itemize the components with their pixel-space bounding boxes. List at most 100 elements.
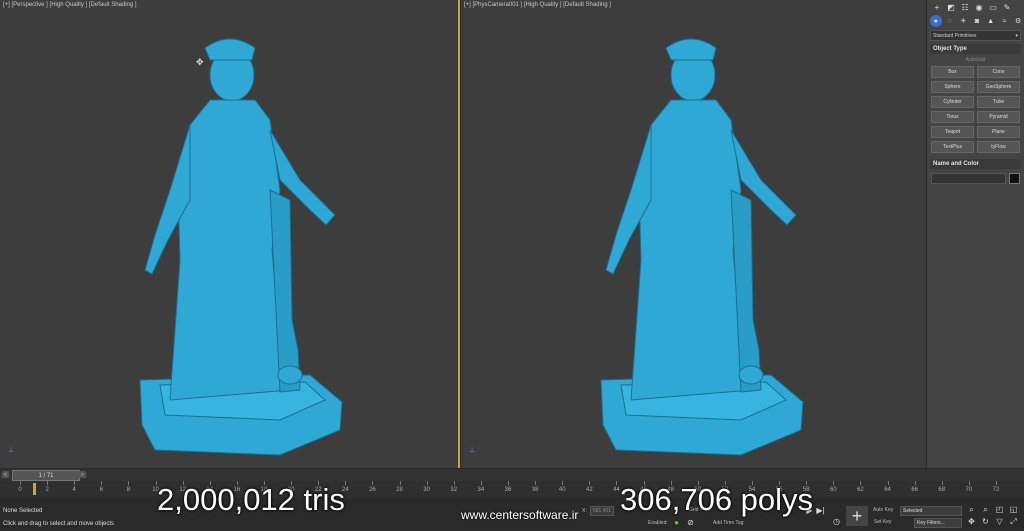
time-slider[interactable]: < 1 / 71 >	[0, 469, 1024, 481]
cylinder-button[interactable]: Cylinder	[931, 96, 974, 108]
track-tick-mark	[372, 481, 374, 485]
geosphere-button[interactable]: GeoSphere	[977, 81, 1020, 93]
key-mode-dropdown[interactable]: Selected	[900, 506, 962, 516]
track-tick-label: 38	[531, 487, 539, 493]
track-tick-label: 30	[423, 487, 430, 493]
set-key-button[interactable]: Set Key	[874, 519, 892, 525]
utilities-tab-icon[interactable]: ✎	[1000, 1, 1014, 13]
track-tick-label: 70	[965, 487, 973, 493]
selection-status: None Selected	[3, 508, 43, 514]
track-tick-mark	[968, 481, 970, 485]
track-tick-label: 4	[72, 487, 76, 493]
track-tick-mark	[426, 481, 428, 485]
object-name-input[interactable]	[931, 173, 1006, 184]
axis-gizmo-icon: ⊥	[8, 447, 15, 454]
track-tick-mark	[101, 481, 103, 485]
track-tick-mark	[860, 481, 862, 485]
tyflow-button[interactable]: tyFlow	[977, 141, 1020, 153]
prev-frame-button[interactable]: <	[2, 471, 9, 478]
display-tab-icon[interactable]: ▭	[986, 1, 1000, 13]
maximize-viewport-icon[interactable]: ⤢	[1009, 517, 1018, 526]
lights-icon[interactable]: ☀	[957, 15, 969, 27]
tube-button[interactable]: Tube	[977, 96, 1020, 108]
helpers-icon[interactable]: ▲	[985, 15, 997, 27]
key-filters-button[interactable]: Key Filters...	[914, 518, 962, 528]
add-key-button[interactable]: +	[846, 506, 868, 526]
track-tick-mark	[941, 481, 943, 485]
track-tick-label: 6	[99, 487, 103, 493]
prompt-line: Click and drag to select and move object…	[3, 521, 115, 527]
rollout-label: Object Type	[933, 46, 967, 52]
object-color-swatch[interactable]	[1009, 173, 1020, 184]
zoom-icon[interactable]: ⌕	[967, 505, 976, 514]
track-tick-mark	[562, 481, 564, 485]
systems-icon[interactable]: ⚙	[1012, 15, 1024, 27]
spacewarps-icon[interactable]: ≈	[999, 15, 1011, 27]
textplus-button[interactable]: TextPlus	[931, 141, 974, 153]
sphere-button[interactable]: Sphere	[931, 81, 974, 93]
track-tick-mark	[833, 481, 835, 485]
track-tick-mark	[914, 481, 916, 485]
teapot-button[interactable]: Teapot	[931, 126, 974, 138]
geometry-icon[interactable]: ●	[930, 15, 942, 27]
motion-tab-icon[interactable]: ◉	[972, 1, 986, 13]
track-tick-mark	[480, 481, 482, 485]
field-of-view-icon[interactable]: ▽	[995, 517, 1004, 526]
chevron-down-icon: ▾	[1015, 32, 1018, 39]
axis-gizmo-icon: ⊥	[469, 447, 476, 454]
track-tick-mark	[535, 481, 537, 485]
cone-button[interactable]: Cone	[977, 66, 1020, 78]
enabled-indicator-icon[interactable]: ●	[672, 518, 681, 527]
box-button[interactable]: Box	[931, 66, 974, 78]
zoom-extents-icon[interactable]: ◰	[995, 505, 1004, 514]
track-tick-label: 72	[992, 487, 1000, 493]
time-slider-thumb[interactable]: 1 / 71	[12, 470, 80, 481]
track-tick-label: 36	[504, 487, 512, 493]
create-tab-icon[interactable]: +	[930, 1, 944, 13]
track-tick-mark	[74, 481, 76, 485]
track-tick-label: 64	[884, 487, 891, 493]
viewport-physcamera[interactable]: [+] [PhysCamera001 ] [High Quality ] [De…	[461, 0, 926, 468]
statue-model[interactable]	[130, 30, 350, 460]
track-tick-mark	[453, 481, 455, 485]
orbit-icon[interactable]: ↻	[981, 517, 990, 526]
zoom-extents-all-icon[interactable]: ◱	[1009, 505, 1018, 514]
polys-caption: 306,706 polys	[620, 482, 814, 517]
viewport-perspective[interactable]: [+] [Perspective ] [High Quality ] [Defa…	[0, 0, 460, 468]
track-tick-mark	[887, 481, 889, 485]
time-config-icon[interactable]: ◷	[832, 517, 841, 526]
time-tag-icon[interactable]: ⊘	[686, 518, 695, 527]
tris-caption: 2,000,012 tris	[157, 482, 345, 517]
name-color-rollout[interactable]: Name and Color	[930, 159, 1021, 169]
primitive-type-dropdown[interactable]: Standard Primitives ▾	[930, 30, 1021, 41]
modify-tab-icon[interactable]: ◩	[944, 1, 958, 13]
track-tick-label: 8	[126, 487, 131, 493]
object-type-rollout[interactable]: Object Type	[930, 44, 1021, 54]
track-tick-label: 44	[613, 487, 620, 493]
zoom-all-icon[interactable]: ⌕	[981, 505, 990, 514]
cameras-icon[interactable]: ◙	[971, 15, 983, 27]
x-coord-field[interactable]: 581.401	[590, 506, 615, 516]
command-panel-tabs: + ◩ ☷ ◉ ▭ ✎	[927, 0, 1024, 14]
track-bar[interactable]: 0 2 4 6 8 10 12 14 16 18 20 22 24 26 28 30 32 34 36 38 40 42 4…	[0, 481, 1024, 498]
shapes-icon[interactable]: ◌	[944, 15, 956, 27]
auto-key-button[interactable]: Auto Key	[873, 507, 893, 513]
next-key-icon[interactable]: ▶|	[816, 506, 825, 515]
add-time-tag-button[interactable]: Add Time Tag	[713, 520, 743, 526]
next-frame-button[interactable]: >	[79, 471, 86, 478]
dropdown-value: Standard Primitives	[933, 32, 977, 39]
pyramid-button[interactable]: Pyramid	[977, 111, 1020, 123]
track-tick-label: 26	[369, 487, 376, 493]
track-tick-mark	[20, 481, 21, 485]
pan-icon[interactable]: ✥	[967, 517, 976, 526]
plane-button[interactable]: Plane	[977, 126, 1020, 138]
track-tick-mark	[345, 481, 347, 485]
hierarchy-tab-icon[interactable]: ☷	[958, 1, 972, 13]
object-type-buttons: Box Cone Sphere GeoSphere Cylinder Tube …	[927, 66, 1024, 153]
statue-model[interactable]	[591, 30, 811, 460]
create-category-row: ● ◌ ☀ ◙ ▲ ≈ ⚙	[927, 14, 1024, 28]
autogrid-checkbox[interactable]: AutoGrid	[927, 57, 1024, 63]
viewport-label[interactable]: [+] [Perspective ] [High Quality ] [Defa…	[3, 2, 137, 8]
viewport-label[interactable]: [+] [PhysCamera001 ] [High Quality ] [De…	[464, 2, 611, 8]
torus-button[interactable]: Torus	[931, 111, 974, 123]
